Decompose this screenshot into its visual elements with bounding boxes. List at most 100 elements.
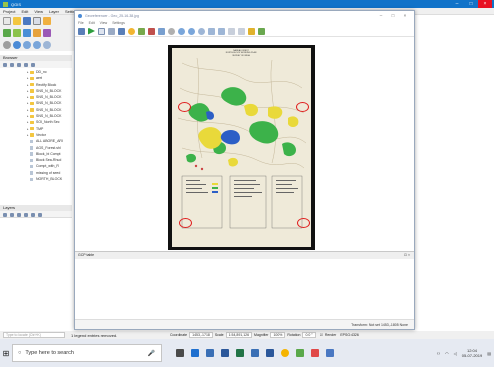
filter-legend-icon[interactable] [24, 212, 28, 217]
menu-project[interactable]: Project [3, 9, 15, 14]
zoom-in-icon[interactable] [23, 41, 31, 49]
notifications-icon[interactable]: ▤ [487, 351, 491, 356]
open-raster-icon[interactable] [78, 27, 85, 35]
georef-minimize-button[interactable]: – [375, 11, 387, 20]
menu-edit[interactable]: Edit [21, 9, 28, 14]
add-vector-layer-icon[interactable] [3, 29, 11, 37]
new-project-icon[interactable] [3, 17, 11, 25]
add-selected-layers-icon[interactable] [10, 62, 14, 67]
georeferencer-canvas[interactable]: NANDA FOREST NORTH BLOCK WORKING PLAN SU… [75, 38, 414, 251]
panel-close-icon[interactable]: ⊡ × [404, 252, 410, 259]
close-button[interactable]: × [478, 0, 492, 8]
georef-menu-settings[interactable]: Settings [112, 21, 125, 25]
georef-zoom-last-icon[interactable] [208, 27, 215, 35]
manage-map-themes-icon[interactable] [17, 212, 21, 217]
shapefile-icon [30, 139, 33, 144]
georef-zoom-layer-icon[interactable] [198, 27, 205, 35]
remove-layer-icon[interactable] [38, 212, 42, 217]
volume-icon[interactable]: ◁ [454, 351, 457, 356]
render-checkbox[interactable]: ☑ [320, 333, 323, 337]
clock[interactable]: 12:04 05-07-2019 [462, 348, 482, 358]
folder-icon [30, 133, 34, 137]
raster-properties-icon[interactable] [248, 27, 255, 35]
open-project-icon[interactable] [13, 17, 21, 25]
task-view-icon[interactable] [176, 349, 184, 357]
link-qgis-icon[interactable] [238, 27, 245, 35]
taskbar-search-box[interactable]: ○ Type here to search 🎤 [12, 344, 162, 362]
add-wms-layer-icon[interactable] [33, 29, 41, 37]
crs-button[interactable]: EPSG:4326 [340, 333, 358, 337]
media-app-icon[interactable] [311, 349, 319, 357]
gcp-marker-bottom-right[interactable] [297, 218, 310, 228]
mail-icon[interactable] [251, 349, 259, 357]
shapefile-icon [30, 164, 33, 169]
georef-zoom-next-icon[interactable] [218, 27, 225, 35]
qgis-taskbar-icon[interactable] [296, 349, 304, 357]
word-icon[interactable] [266, 349, 274, 357]
transformation-settings-icon[interactable] [128, 27, 135, 35]
add-raster-layer-icon[interactable] [13, 29, 21, 37]
edge-browser-icon[interactable] [191, 349, 199, 357]
load-gcp-points-icon[interactable] [108, 27, 115, 35]
chrome-icon[interactable] [281, 349, 289, 357]
file-explorer-icon[interactable] [206, 349, 214, 357]
network-icon[interactable]: ◠ [445, 351, 449, 356]
link-georeferencer-icon[interactable] [228, 27, 235, 35]
folder-icon [30, 70, 34, 74]
save-project-icon[interactable] [23, 17, 31, 25]
gcp-marker-top-left[interactable] [178, 102, 191, 112]
start-georeferencing-icon[interactable] [88, 27, 95, 35]
delete-point-icon[interactable] [148, 27, 155, 35]
magnifier-field[interactable]: 100% [270, 332, 286, 338]
excel-icon[interactable] [236, 349, 244, 357]
layers-tree[interactable] [0, 217, 72, 327]
move-gcp-point-icon[interactable] [158, 27, 165, 35]
pan-map-icon[interactable] [3, 41, 11, 49]
gcp-marker-top-right[interactable] [296, 102, 309, 112]
minimize-button[interactable]: – [450, 0, 464, 8]
georef-zoom-in-icon[interactable] [178, 27, 185, 35]
zoom-full-icon[interactable] [43, 41, 51, 49]
georef-maximize-button[interactable]: □ [387, 11, 399, 20]
enable-properties-icon[interactable] [31, 62, 35, 67]
georef-menu-edit[interactable]: Edit [89, 21, 95, 25]
generate-gdal-script-icon[interactable] [98, 27, 105, 35]
zoom-out-icon[interactable] [33, 41, 41, 49]
save-gcp-points-icon[interactable] [118, 27, 125, 35]
georef-menu-view[interactable]: View [100, 21, 108, 25]
tree-item[interactable]: NORTH_BLOCK [0, 176, 72, 182]
maximize-button[interactable]: □ [464, 0, 478, 8]
locator-search-input[interactable]: Type to locate (Ctrl+K) [3, 332, 65, 338]
coordinate-field[interactable]: 1453,-1718 [189, 332, 213, 338]
georef-close-button[interactable]: × [399, 11, 411, 20]
add-wfs-layer-icon[interactable] [43, 29, 51, 37]
print-layout-icon[interactable] [33, 17, 41, 25]
filter-icon[interactable] [17, 62, 21, 67]
expand-all-icon[interactable] [31, 212, 35, 217]
add-group-icon[interactable] [10, 212, 14, 217]
menu-view[interactable]: View [34, 9, 43, 14]
refresh-icon[interactable] [3, 62, 7, 67]
pan-to-selection-icon[interactable] [13, 41, 21, 49]
collapse-all-icon[interactable] [24, 62, 28, 67]
georef-pan-icon[interactable] [168, 27, 175, 35]
teams-icon[interactable] [326, 349, 334, 357]
microphone-icon[interactable]: 🎤 [148, 350, 155, 357]
scale-field[interactable]: 1:54,891,126 [225, 332, 253, 338]
shapefile-icon [30, 146, 33, 150]
georef-zoom-out-icon[interactable] [188, 27, 195, 35]
rotation-field[interactable]: 0.0 ° [302, 332, 316, 338]
gcp-marker-bottom-left[interactable] [179, 218, 192, 228]
start-button[interactable]: ⊞ [0, 339, 12, 367]
add-delimited-text-icon[interactable] [23, 29, 31, 37]
folder-icon [30, 101, 34, 106]
open-layer-styling-icon[interactable] [3, 212, 7, 217]
menu-layer[interactable]: Layer [49, 9, 59, 14]
georef-menu-file[interactable]: File [78, 21, 84, 25]
people-icon[interactable]: ⚇ [437, 351, 441, 356]
histogram-stretch-icon[interactable] [258, 27, 265, 35]
store-icon[interactable] [221, 349, 229, 357]
windows-taskbar: ⊞ ○ Type here to search 🎤 [0, 339, 494, 367]
layout-manager-icon[interactable] [43, 17, 51, 25]
add-point-icon[interactable] [138, 27, 145, 35]
